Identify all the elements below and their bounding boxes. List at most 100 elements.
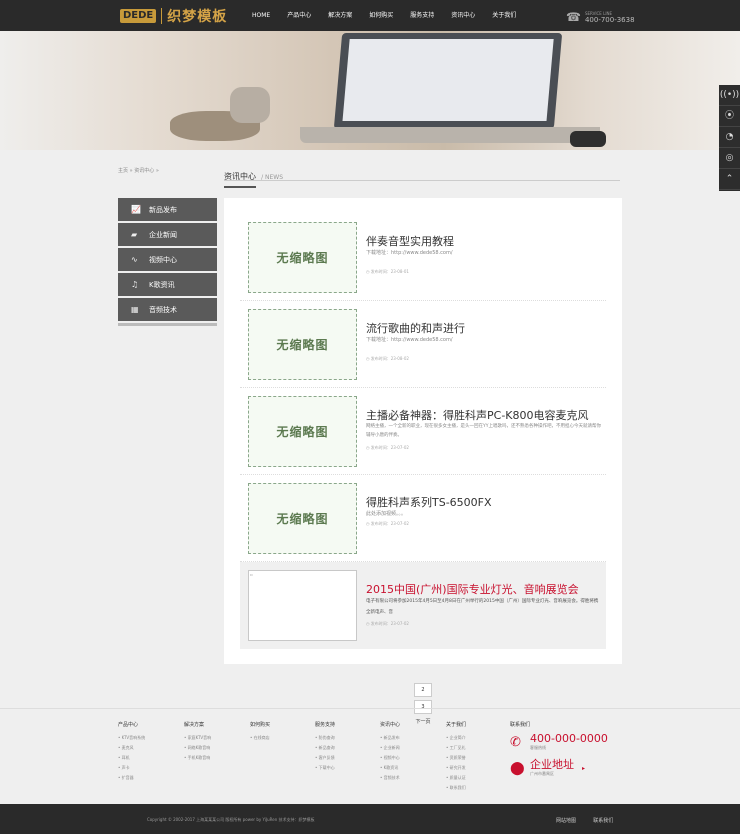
news-title[interactable]: 流行歌曲的和声进行 bbox=[366, 320, 465, 336]
footer-link[interactable]: • 工厂见礼 bbox=[446, 743, 466, 753]
location-pin-icon: ⬤ bbox=[510, 760, 525, 776]
footer-link[interactable]: • 研究开发 bbox=[446, 763, 466, 773]
thumbnail[interactable]: 无缩略图 bbox=[248, 396, 357, 467]
footer-link[interactable]: • 资质荣誉 bbox=[446, 753, 466, 763]
footer-link[interactable]: • 防伪查询 bbox=[315, 733, 335, 743]
menu-label: K歌资讯 bbox=[149, 280, 175, 289]
footer-contact: 联系我们 ✆ 400-000-0000 客服热线 ⬤ 企业地址 广州市番禺区 ▸ bbox=[510, 721, 608, 785]
news-desc: 网络主播，一个全新的职业，现在很多女主播，是头一回在YY上唱歌吗，还不熟悉各种操… bbox=[366, 424, 601, 438]
footer-link[interactable]: • 下载中心 bbox=[315, 763, 335, 773]
footer-link[interactable]: • 企业新闻 bbox=[380, 743, 400, 753]
nav-solutions[interactable]: 解决方案 bbox=[322, 0, 358, 31]
nav-about[interactable]: 关于我们 bbox=[486, 0, 522, 31]
folder-icon: ▰ bbox=[131, 230, 138, 239]
thumbnail[interactable]: 无缩略图 bbox=[248, 483, 357, 554]
time-text: 发布时间：23-08-01 bbox=[370, 269, 409, 274]
broken-image-icon[interactable]: ▫ bbox=[248, 570, 357, 641]
footer-link[interactable]: • K歌资讯 bbox=[380, 763, 400, 773]
banner-cup bbox=[230, 87, 270, 123]
logo[interactable]: DEDE 织梦模板 bbox=[120, 7, 227, 25]
banner-laptop bbox=[333, 33, 563, 129]
address-title[interactable]: 企业地址 bbox=[530, 759, 574, 771]
nav-products[interactable]: 产品中心 bbox=[281, 0, 317, 31]
list-item-highlighted[interactable]: ▫ 2015中国(广州)国际专业灯光、音响展览会 电子有限公司将参加2015年4… bbox=[240, 562, 606, 649]
footer-link[interactable]: • 手机K歌音响 bbox=[184, 753, 211, 763]
wifi-icon[interactable]: ((•)) bbox=[719, 85, 740, 106]
qq-icon[interactable]: ◔ bbox=[719, 127, 740, 148]
list-item[interactable]: 无缩略图 得胜科声系列TS-6500FX 此处添加视频。。。 ◷ 发布时间：23… bbox=[240, 475, 606, 562]
news-desc: 电子有限公司将参加2015年4月5日至4月8日在广州举行的2015中国（广州）国… bbox=[366, 599, 599, 615]
list-item[interactable]: 无缩略图 伴奏音型实用教程 下载地址：http://www.dede58.com… bbox=[240, 214, 606, 301]
footer-col-title[interactable]: 关于我们 bbox=[446, 721, 466, 728]
footer-link[interactable]: • 企业简介 bbox=[446, 733, 466, 743]
list-item[interactable]: 无缩略图 流行歌曲的和声进行 下载地址：http://www.dede58.co… bbox=[240, 301, 606, 388]
footer-link[interactable]: • KTV音响系统 bbox=[118, 733, 145, 743]
footer-link[interactable]: • 在线商店 bbox=[250, 733, 270, 743]
breadcrumb[interactable]: 主页 » 资讯中心 » bbox=[118, 167, 159, 174]
logo-mark: DEDE bbox=[120, 9, 157, 23]
nav-support[interactable]: 服务支持 bbox=[404, 0, 440, 31]
footer-link[interactable]: • 联系我们 bbox=[446, 783, 466, 793]
menu-item-karaoke[interactable]: ♫ K歌资讯 bbox=[118, 273, 217, 296]
copyright-text: Copyright © 2002-2017 上海某某某公司 版权所有 power… bbox=[147, 817, 315, 822]
footer-col-buy: 如何购买 • 在线商店 bbox=[250, 721, 270, 743]
location-icon[interactable]: ⦿ bbox=[719, 106, 740, 127]
news-title[interactable]: 2015中国(广州)国际专业灯光、音响展览会 bbox=[366, 581, 579, 597]
time-text: 发布时间：23-07-02 bbox=[370, 621, 409, 626]
menu-item-company-news[interactable]: ▰ 企业新闻 bbox=[118, 223, 217, 246]
footer-link[interactable]: • 扩音器 bbox=[118, 773, 145, 783]
phone-icon: ✆ bbox=[510, 734, 521, 750]
hero-banner bbox=[0, 31, 740, 150]
footer-link[interactable]: • 耳机 bbox=[118, 753, 145, 763]
news-title[interactable]: 主播必备神器：得胜科声PC-K800电容麦克风 bbox=[366, 407, 589, 423]
footer-col-support: 服务支持 • 防伪查询 • 新品查询 • 客户反馈 • 下载中心 bbox=[315, 721, 335, 773]
sitemap-link[interactable]: 网站地图 bbox=[556, 818, 576, 824]
footer-link[interactable]: • 视频中心 bbox=[380, 753, 400, 763]
nav-home[interactable]: HOME bbox=[246, 0, 276, 31]
contact-title: 联系我们 bbox=[510, 722, 531, 728]
chevron-right-icon[interactable]: ▸ bbox=[582, 765, 585, 772]
footer-bottom-links: 网站地图 联系我们 bbox=[556, 817, 613, 824]
side-toolbar: ((•)) ⦿ ◔ ◎ ⌃ bbox=[719, 85, 740, 191]
footer-col-news: 资讯中心 • 新品发布 • 企业新闻 • 视频中心 • K歌资讯 • 音频技术 bbox=[380, 721, 400, 783]
menu-item-video[interactable]: ∿ 视频中心 bbox=[118, 248, 217, 271]
footer-link[interactable]: • 客户反馈 bbox=[315, 753, 335, 763]
news-desc: 此处添加视频。。。 bbox=[366, 511, 407, 517]
footer-link[interactable]: • 音频技术 bbox=[380, 773, 400, 783]
footer-link[interactable]: • 网络K歌音响 bbox=[184, 743, 211, 753]
time-text: 发布时间：23-07-02 bbox=[370, 445, 409, 450]
footer-link[interactable]: • 声卡 bbox=[118, 763, 145, 773]
footer-link[interactable]: • 家庭KTV音响 bbox=[184, 733, 211, 743]
footer-link[interactable]: • 麦克风 bbox=[118, 743, 145, 753]
menu-item-new-products[interactable]: 📈 新品发布 bbox=[118, 198, 217, 221]
footer-link[interactable]: • 新品查询 bbox=[315, 743, 335, 753]
service-phone: 400-700-3638 bbox=[584, 15, 635, 24]
back-to-top-icon[interactable]: ⌃ bbox=[719, 169, 740, 190]
nav-news[interactable]: 资讯中心 bbox=[445, 0, 481, 31]
main-nav: HOME 产品中心 解决方案 如何购买 服务支持 资讯中心 关于我们 bbox=[246, 0, 527, 31]
list-item[interactable]: 无缩略图 主播必备神器：得胜科声PC-K800电容麦克风 网络主播，一个全新的职… bbox=[240, 388, 606, 475]
page-title: 资讯中心 bbox=[224, 171, 256, 188]
chart-icon: 📈 bbox=[131, 205, 141, 214]
nav-how-to-buy[interactable]: 如何购买 bbox=[363, 0, 399, 31]
thumbnail[interactable]: 无缩略图 bbox=[248, 309, 357, 380]
phone-label: 客服热线 bbox=[530, 745, 546, 750]
wave-icon: ∿ bbox=[131, 255, 138, 264]
contact-link[interactable]: 联系我们 bbox=[593, 818, 613, 824]
footer-link[interactable]: • 新品发布 bbox=[380, 733, 400, 743]
footer-link[interactable]: • 质量认证 bbox=[446, 773, 466, 783]
category-menu: 📈 新品发布 ▰ 企业新闻 ∿ 视频中心 ♫ K歌资讯 ▦ 音频技术 bbox=[118, 198, 217, 326]
footer-col-title[interactable]: 解决方案 bbox=[184, 721, 211, 728]
footer-col-title[interactable]: 服务支持 bbox=[315, 721, 335, 728]
footer-col-title[interactable]: 产品中心 bbox=[118, 721, 145, 728]
time-text: 发布时间：23-07-02 bbox=[370, 521, 409, 526]
footer-col-title[interactable]: 资讯中心 bbox=[380, 721, 400, 728]
wechat-icon[interactable]: ◎ bbox=[719, 148, 740, 169]
news-title[interactable]: 得胜科声系列TS-6500FX bbox=[366, 494, 492, 510]
menu-item-audio-tech[interactable]: ▦ 音频技术 bbox=[118, 298, 217, 321]
news-desc: 下载地址：http://www.dede58.com/ bbox=[366, 250, 453, 256]
footer-col-title[interactable]: 如何购买 bbox=[250, 721, 270, 728]
page-2[interactable]: 2 bbox=[414, 683, 432, 697]
news-title[interactable]: 伴奏音型实用教程 bbox=[366, 233, 454, 249]
thumbnail[interactable]: 无缩略图 bbox=[248, 222, 357, 293]
